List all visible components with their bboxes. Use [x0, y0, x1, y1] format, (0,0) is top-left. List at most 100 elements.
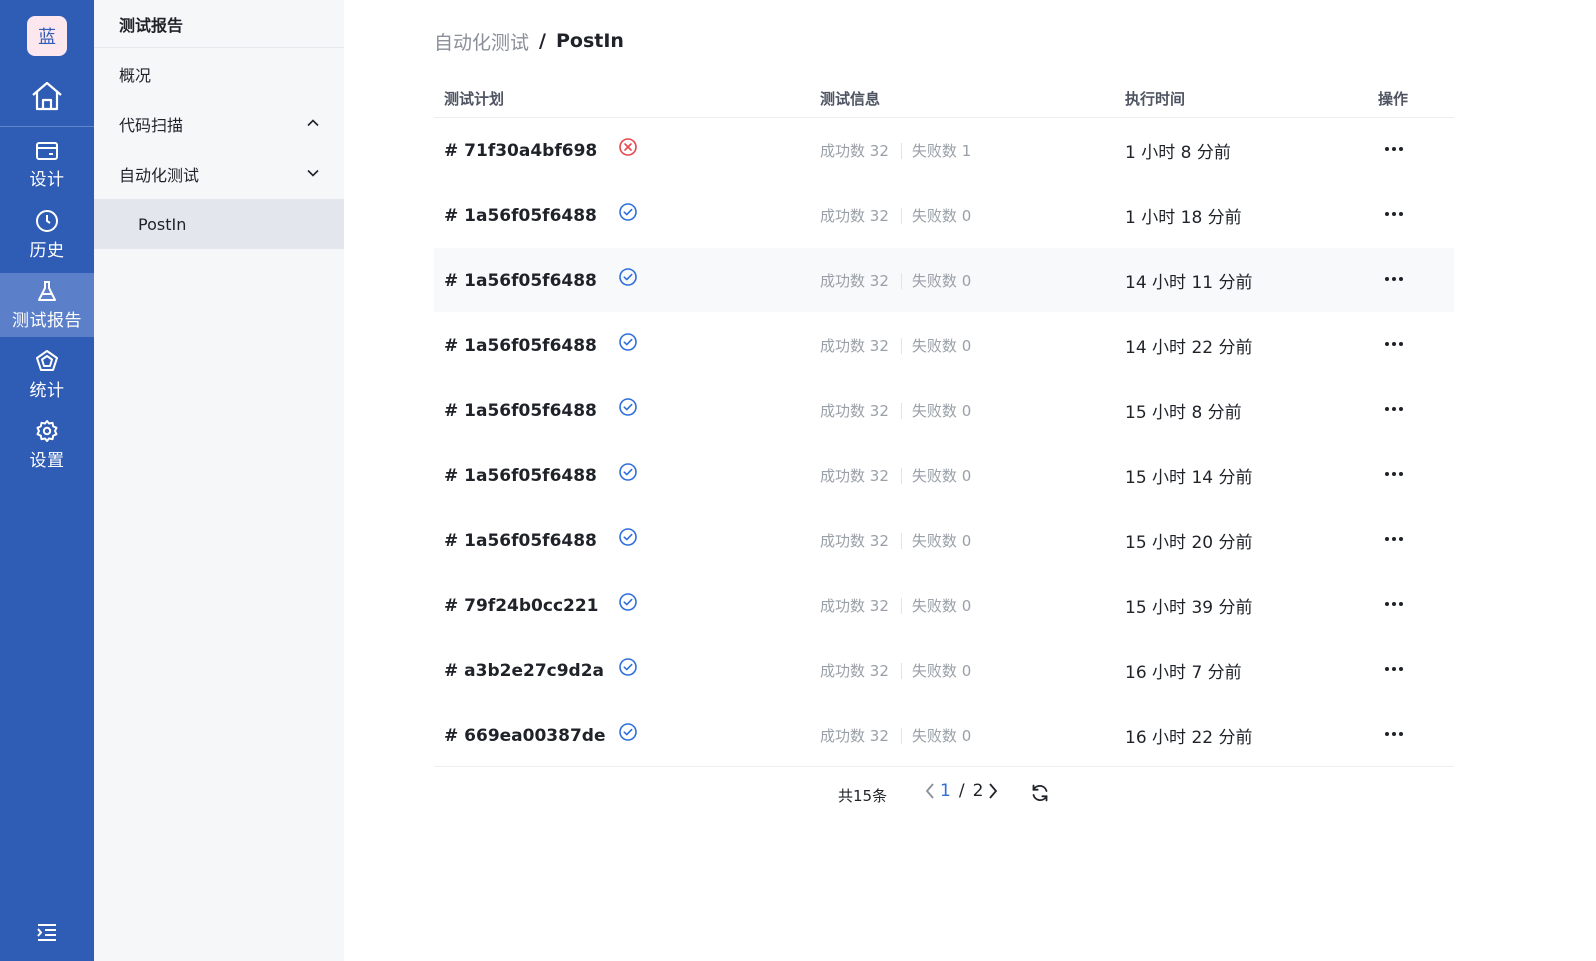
page-separator: /: [958, 781, 965, 801]
check-circle-icon: [619, 527, 637, 546]
refresh-button[interactable]: [1030, 783, 1050, 807]
current-page: 1: [940, 781, 951, 801]
nav-item-postin[interactable]: PostIn: [94, 199, 344, 249]
execution-time: 16 小时 22 分前: [1125, 728, 1253, 748]
success-count: 32: [869, 596, 889, 615]
success-label: 成功数: [820, 597, 866, 615]
more-actions-button[interactable]: [1378, 181, 1410, 246]
fail-label: 失败数: [911, 142, 957, 160]
table-row[interactable]: # 71f30a4bf698 成功数 32 失败数 1 1 小时 8 分前: [434, 118, 1454, 183]
plan-id[interactable]: # a3b2e27c9d2a: [444, 638, 604, 703]
rail-item-label: 设置: [29, 451, 65, 471]
chevron-left-icon: [925, 783, 934, 799]
prev-page-button[interactable]: [924, 782, 936, 800]
success-count: 32: [869, 401, 889, 420]
divider: [900, 467, 902, 484]
table-row[interactable]: # a3b2e27c9d2a 成功数 32 失败数 0 16 小时 7 分前: [434, 638, 1454, 703]
collapse-menu-button[interactable]: [0, 912, 94, 952]
column-header-action: 操作: [1378, 90, 1409, 108]
table-row[interactable]: # 1a56f05f6488 成功数 32 失败数 0 15 小时 20 分前: [434, 508, 1454, 573]
rail-item-test-report[interactable]: 测试报告: [0, 273, 94, 337]
ellipsis-icon: [1385, 601, 1403, 606]
execution-time: 15 小时 14 分前: [1125, 468, 1253, 488]
test-info: 成功数 32 失败数 0: [820, 443, 971, 508]
success-label: 成功数: [820, 467, 866, 485]
table-row[interactable]: # 669ea00387de 成功数 32 失败数 0 16 小时 22 分前: [434, 703, 1454, 768]
divider: [900, 727, 902, 744]
nav-item-automation-test[interactable]: 自动化测试: [94, 149, 344, 199]
plan-id[interactable]: # 1a56f05f6488: [444, 248, 597, 313]
status-passed: [618, 699, 638, 764]
more-actions-button[interactable]: [1378, 571, 1410, 636]
plan-id[interactable]: # 1a56f05f6488: [444, 313, 597, 378]
subnav-title: 测试报告: [94, 0, 344, 48]
success-label: 成功数: [820, 272, 866, 290]
table-row[interactable]: # 1a56f05f6488 成功数 32 失败数 0 14 小时 11 分前: [434, 248, 1454, 313]
plan-id[interactable]: # 669ea00387de: [444, 703, 606, 768]
table-row[interactable]: # 1a56f05f6488 成功数 32 失败数 0 1 小时 18 分前: [434, 183, 1454, 248]
more-actions-button[interactable]: [1378, 246, 1410, 311]
check-circle-icon: [619, 657, 637, 676]
more-actions-button[interactable]: [1378, 636, 1410, 701]
fail-label: 失败数: [911, 207, 957, 225]
check-circle-icon: [619, 332, 637, 351]
success-count: 32: [869, 661, 889, 680]
breadcrumb-parent[interactable]: 自动化测试: [434, 28, 529, 55]
fail-count: 0: [961, 726, 972, 745]
status-passed: [618, 504, 638, 569]
divider: [900, 337, 902, 354]
execution-time: 15 小时 39 分前: [1125, 598, 1253, 618]
plan-id[interactable]: # 1a56f05f6488: [444, 183, 597, 248]
test-info: 成功数 32 失败数 0: [820, 638, 971, 703]
next-page-button[interactable]: [987, 782, 999, 800]
divider: [900, 662, 902, 679]
fail-count: 0: [961, 596, 972, 615]
plan-id[interactable]: # 1a56f05f6488: [444, 443, 597, 508]
nav-item-label: 自动化测试: [119, 166, 200, 185]
flask-icon: [38, 281, 56, 301]
nav-item-overview[interactable]: 概况: [94, 49, 344, 99]
fail-count: 0: [961, 336, 972, 355]
table-row[interactable]: # 1a56f05f6488 成功数 32 失败数 0 15 小时 14 分前: [434, 443, 1454, 508]
column-header-info: 测试信息: [820, 90, 881, 108]
app-logo[interactable]: 蓝: [27, 16, 67, 56]
column-header-plan: 测试计划: [444, 90, 505, 108]
fail-count: 0: [961, 271, 972, 290]
more-actions-button[interactable]: [1378, 701, 1410, 766]
home-button[interactable]: [0, 74, 94, 118]
success-count: 32: [869, 141, 889, 160]
success-label: 成功数: [820, 207, 866, 225]
rail-item-statistics[interactable]: 统计: [0, 343, 94, 407]
more-actions-button[interactable]: [1378, 116, 1410, 181]
more-actions-button[interactable]: [1378, 376, 1410, 441]
more-actions-button[interactable]: [1378, 441, 1410, 506]
rail-item-history[interactable]: 历史: [0, 203, 94, 267]
test-info: 成功数 32 失败数 0: [820, 313, 971, 378]
test-info: 成功数 32 失败数 0: [820, 378, 971, 443]
ellipsis-icon: [1385, 536, 1403, 541]
plan-id[interactable]: # 1a56f05f6488: [444, 508, 597, 573]
fail-label: 失败数: [911, 467, 957, 485]
total-count: 共15条: [838, 787, 888, 805]
plan-id[interactable]: # 79f24b0cc221: [444, 573, 599, 638]
success-label: 成功数: [820, 337, 866, 355]
nav-item-code-scan[interactable]: 代码扫描: [94, 99, 344, 149]
plan-id[interactable]: # 71f30a4bf698: [444, 118, 597, 183]
plan-id[interactable]: # 1a56f05f6488: [444, 378, 597, 443]
fail-count: 0: [961, 206, 972, 225]
divider: [900, 207, 902, 224]
execution-time: 1 小时 18 分前: [1125, 208, 1242, 228]
table-row[interactable]: # 1a56f05f6488 成功数 32 失败数 0 14 小时 22 分前: [434, 313, 1454, 378]
table-row[interactable]: # 79f24b0cc221 成功数 32 失败数 0 15 小时 39 分前: [434, 573, 1454, 638]
execution-time: 16 小时 7 分前: [1125, 663, 1242, 683]
rail-item-settings[interactable]: 设置: [0, 413, 94, 477]
divider: [900, 532, 902, 549]
chevron-up-icon: [307, 119, 319, 127]
rail-item-design[interactable]: 设计: [0, 133, 94, 197]
more-actions-button[interactable]: [1378, 311, 1410, 376]
more-actions-button[interactable]: [1378, 506, 1410, 571]
table-row[interactable]: # 1a56f05f6488 成功数 32 失败数 0 15 小时 8 分前: [434, 378, 1454, 443]
ellipsis-icon: [1385, 341, 1403, 346]
status-passed: [618, 179, 638, 244]
divider: [900, 597, 902, 614]
